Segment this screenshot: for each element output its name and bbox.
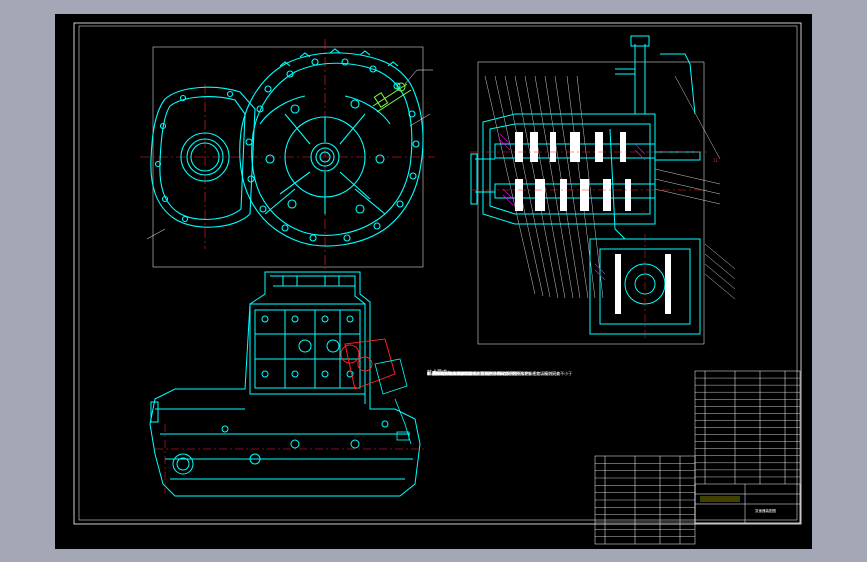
section-view: 11	[470, 35, 736, 345]
drawing-sheet: 11 技术要求： 1. 装配前，所有零件用煤油，清洗并吹干擦拭干净。 2. 装配…	[55, 14, 812, 549]
front-view	[140, 39, 435, 269]
shift-mechanism	[340, 338, 396, 390]
side-view	[149, 271, 421, 497]
note-line: 7. 壳体表面涂防锈漆。	[427, 371, 469, 376]
callout-marker: 11	[713, 158, 719, 163]
inner-frame	[78, 25, 798, 521]
cad-drawing: 11	[73, 22, 802, 545]
title-highlight	[700, 496, 740, 502]
title-block-label: 变速器装配图	[755, 509, 776, 513]
title-block	[694, 483, 801, 524]
